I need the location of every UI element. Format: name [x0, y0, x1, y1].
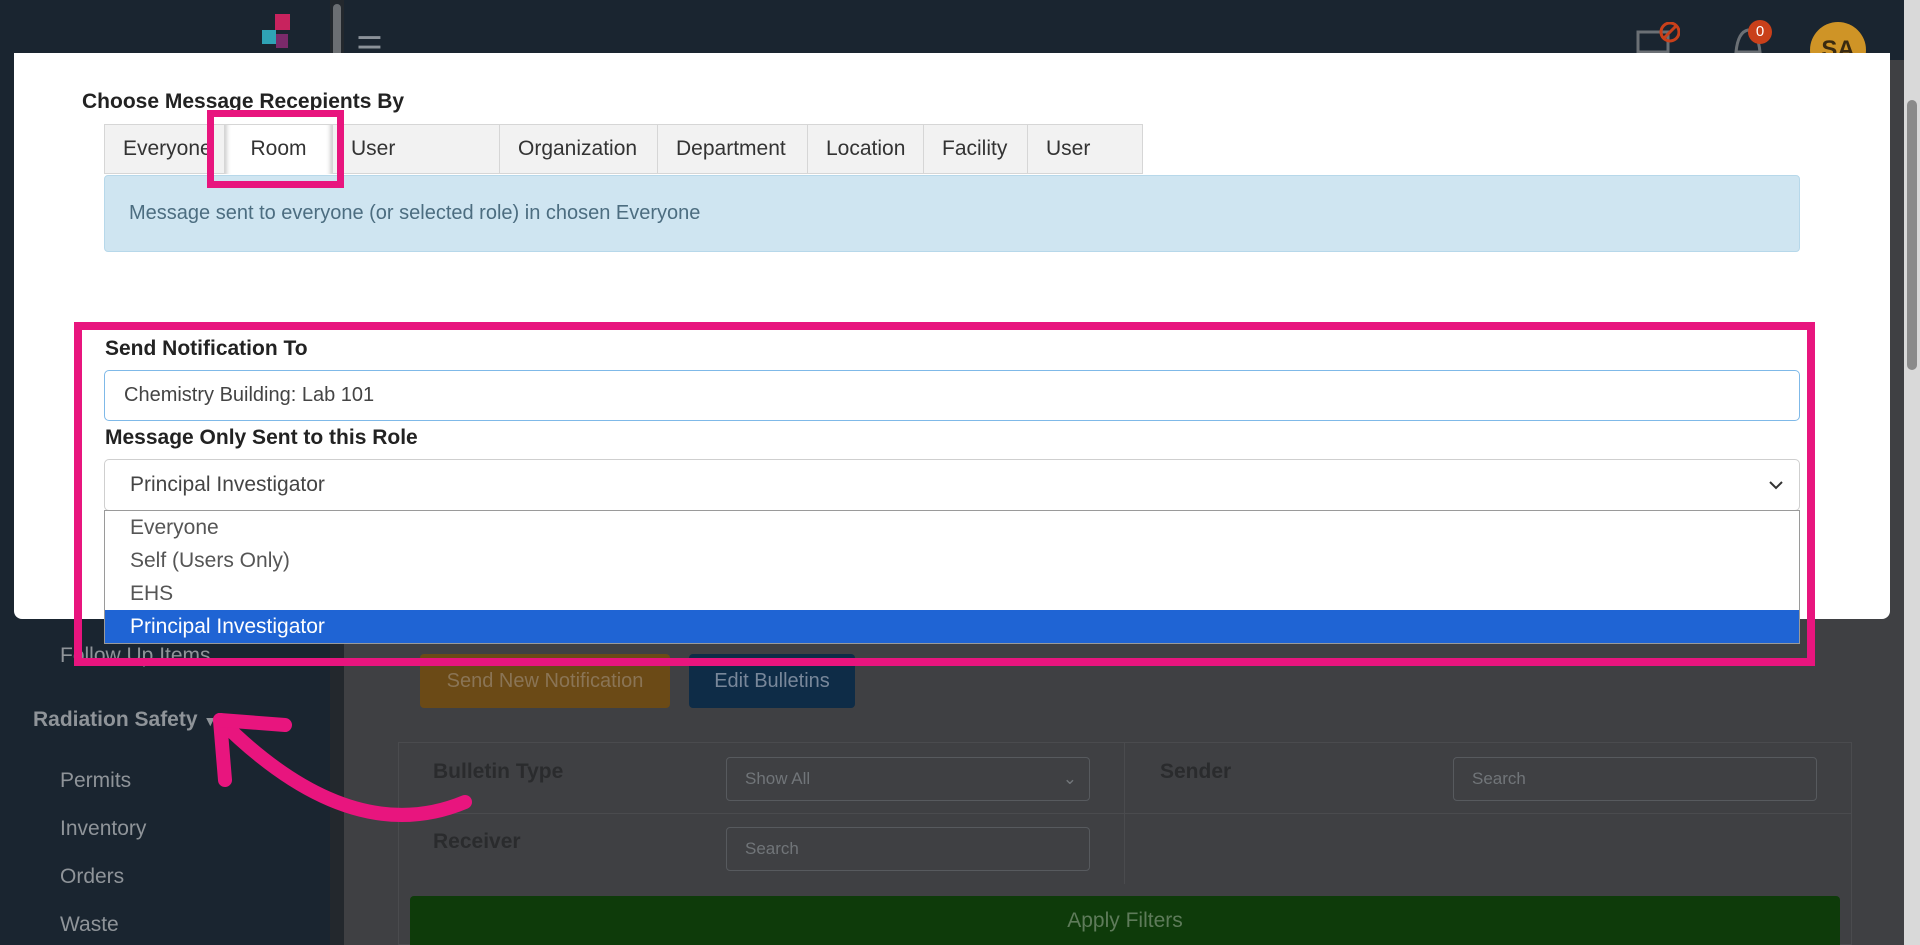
tab-facility[interactable]: Facility — [923, 124, 1027, 174]
sidebar-section-radiation-safety[interactable]: Radiation Safety ▼ — [33, 708, 217, 732]
form-highlight — [74, 322, 1815, 666]
tab-location[interactable]: Location — [807, 124, 923, 174]
tab-everyone[interactable]: Everyone — [104, 124, 224, 174]
divider — [1124, 742, 1125, 884]
mail-muted-icon[interactable] — [1636, 22, 1680, 54]
window-scrollbar-thumb[interactable] — [1907, 100, 1917, 370]
bulletin-type-select[interactable]: Show All ⌄ — [726, 757, 1090, 801]
sender-search-input[interactable]: Search — [1453, 757, 1817, 801]
sidebar-item-inventory[interactable]: Inventory — [60, 817, 146, 841]
tab-department[interactable]: Department — [657, 124, 807, 174]
tab-user-tag[interactable]: User Tag — [1027, 124, 1143, 208]
tab-user-personnel[interactable]: User Personnel — [332, 124, 499, 208]
info-alert: Message sent to everyone (or selected ro… — [104, 175, 1800, 252]
sidebar-item-waste[interactable]: Waste — [60, 913, 119, 937]
notification-count-badge: 0 — [1748, 20, 1772, 44]
sidebar-section-label: Radiation Safety — [33, 708, 198, 731]
receiver-search-input[interactable]: Search — [726, 827, 1090, 871]
sender-label: Sender — [1160, 760, 1232, 783]
tab-organization[interactable]: Organization — [499, 124, 657, 174]
app-logo — [262, 14, 290, 48]
apply-filters-button[interactable]: Apply Filters — [410, 896, 1840, 945]
sidebar-item-permits[interactable]: Permits — [60, 769, 131, 793]
bulletin-type-value: Show All — [745, 769, 811, 788]
chevron-down-icon: ⌄ — [1062, 769, 1077, 788]
divider — [398, 813, 1852, 814]
sidebar-item-orders[interactable]: Orders — [60, 865, 124, 889]
room-tab-highlight — [207, 110, 344, 188]
curved-arrow-annotation — [213, 713, 472, 822]
